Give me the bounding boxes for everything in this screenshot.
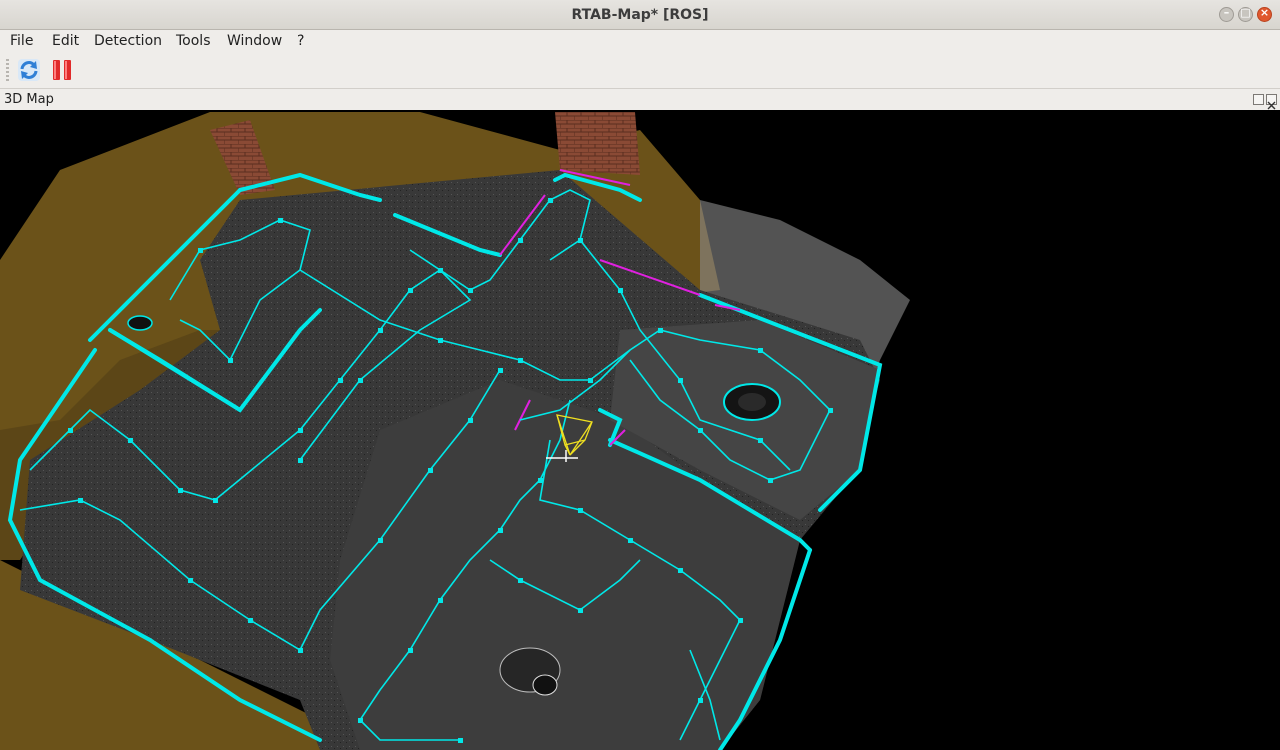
close-button[interactable]: ×	[1257, 6, 1272, 22]
maximize-button[interactable]: □	[1238, 6, 1253, 22]
menu-window[interactable]: Window	[225, 30, 284, 52]
menu-tools[interactable]: Tools	[174, 30, 213, 52]
refresh-button[interactable]	[17, 58, 41, 82]
close-icon: ×	[1259, 6, 1270, 19]
window-titlebar[interactable]: RTAB-Map* [ROS] – □ ×	[0, 0, 1280, 30]
pause-button[interactable]	[50, 58, 74, 82]
dock-close-icon	[1267, 101, 1276, 110]
maximize-icon: □	[1240, 6, 1251, 19]
refresh-icon	[18, 59, 40, 81]
minimize-button[interactable]: –	[1219, 6, 1234, 22]
toolbar-grip[interactable]	[6, 59, 9, 81]
menu-detection[interactable]: Detection	[92, 30, 164, 52]
menu-edit[interactable]: Edit	[50, 30, 81, 52]
dock-float-button[interactable]	[1253, 94, 1264, 105]
dock-title: 3D Map	[4, 92, 54, 107]
menu-file[interactable]: File	[8, 30, 35, 52]
minimize-icon: –	[1223, 6, 1230, 19]
brick-wall	[555, 112, 640, 175]
menu-help[interactable]: ?	[295, 30, 306, 52]
window-title: RTAB-Map* [ROS]	[571, 7, 709, 23]
point-cloud-render	[0, 112, 910, 750]
main-toolbar	[0, 52, 1280, 89]
dock-titlebar[interactable]: 3D Map	[0, 89, 1280, 110]
dock-close-button[interactable]	[1266, 94, 1277, 110]
menu-bar: File Edit Detection Tools Window ?	[0, 30, 1280, 52]
pause-icon	[53, 60, 71, 80]
map-3d-view[interactable]	[0, 110, 1280, 750]
